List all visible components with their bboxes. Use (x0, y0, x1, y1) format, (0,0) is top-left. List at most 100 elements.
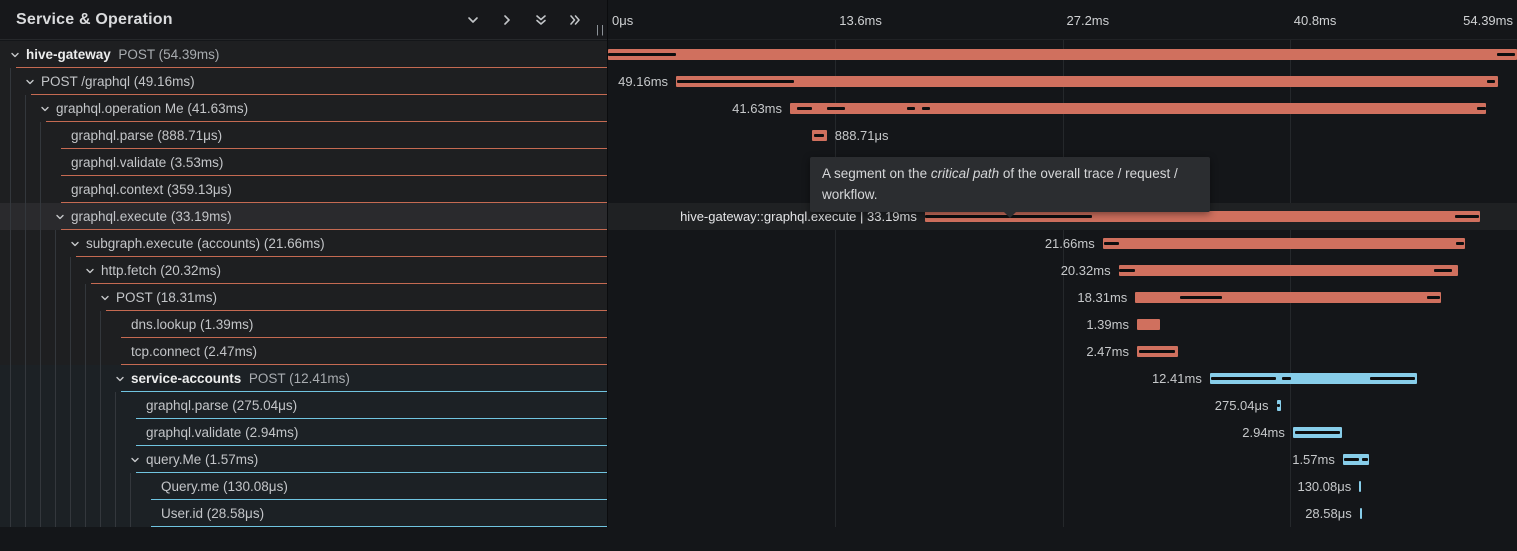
timeline-row: 2.47ms (608, 338, 1517, 365)
critical-path-segment (1295, 431, 1340, 434)
indent-guide (25, 149, 40, 176)
chevron-down-icon[interactable] (85, 266, 101, 276)
chevron-down-icon[interactable] (100, 293, 116, 303)
indent-guide (25, 365, 40, 392)
tree-row[interactable]: http.fetch (20.32ms) (0, 257, 607, 284)
timeline-row: 49.16ms (608, 68, 1517, 95)
indent-guide (130, 500, 145, 527)
critical-path-segment (1434, 269, 1452, 272)
indent-guide (10, 95, 25, 122)
tree-row[interactable]: graphql.validate (2.94ms) (0, 419, 607, 446)
span-name-label: Query.me (130.08μs) (161, 479, 288, 494)
span-bar[interactable] (790, 103, 1486, 114)
span-name-label: dns.lookup (1.39ms) (131, 317, 253, 332)
critical-path-segment (907, 107, 915, 110)
indent-guide (10, 284, 25, 311)
tree-row[interactable]: graphql.execute (33.19ms) (0, 203, 607, 230)
critical-path-segment (677, 80, 794, 83)
indent-guide (10, 446, 25, 473)
chevron-down-icon[interactable] (130, 455, 146, 465)
tree-row[interactable]: subgraph.execute (accounts) (21.66ms) (0, 230, 607, 257)
indent-guide (70, 257, 85, 284)
axis-tick-label: 0μs (612, 13, 633, 28)
span-bar[interactable] (1103, 238, 1465, 249)
tree-row[interactable]: hive-gateway POST (54.39ms) (0, 41, 607, 68)
span-name-label: POST (18.31ms) (116, 290, 217, 305)
service-name: service-accounts (131, 371, 241, 386)
span-duration-label: 1.39ms (1086, 311, 1129, 338)
indent-guide (55, 500, 70, 527)
tooltip-text-italic: critical path (931, 166, 999, 181)
indent-guide (100, 365, 115, 392)
indent-guide (55, 446, 70, 473)
expand-all-icon[interactable] (567, 12, 583, 28)
service-name: hive-gateway (26, 47, 111, 62)
indent-guide (40, 257, 55, 284)
critical-path-segment (1370, 377, 1415, 380)
critical-path-segment (797, 107, 812, 110)
span-bar[interactable] (608, 49, 1517, 60)
span-duration-label: 18.31ms (1077, 284, 1127, 311)
indent-guide (10, 149, 25, 176)
span-bar[interactable] (1360, 508, 1362, 519)
axis-tick-label: 27.2ms (1067, 13, 1110, 28)
tree-row[interactable]: POST (18.31ms) (0, 284, 607, 311)
indent-guide (40, 392, 55, 419)
indent-guide (10, 473, 25, 500)
indent-guide (100, 392, 115, 419)
tree-row[interactable]: graphql.parse (888.71μs) (0, 122, 607, 149)
indent-guide (100, 446, 115, 473)
tree-row[interactable]: graphql.operation Me (41.63ms) (0, 95, 607, 122)
tree-row[interactable]: graphql.parse (275.04μs) (0, 392, 607, 419)
timeline-row: 20.32ms (608, 257, 1517, 284)
span-name-label: subgraph.execute (accounts) (21.66ms) (86, 236, 325, 251)
indent-guide (40, 446, 55, 473)
critical-path-segment (1344, 458, 1359, 461)
indent-guide (40, 419, 55, 446)
critical-path-segment (1455, 215, 1478, 218)
service-operation-header: Service & Operation (0, 0, 607, 40)
expand-one-icon[interactable] (499, 12, 515, 28)
span-bar[interactable] (676, 76, 1498, 87)
tree-row[interactable]: graphql.context (359.13μs) (0, 176, 607, 203)
indent-guide (55, 311, 70, 338)
tree-row[interactable]: query.Me (1.57ms) (0, 446, 607, 473)
indent-guide (85, 473, 100, 500)
span-bar[interactable] (1119, 265, 1459, 276)
span-duration-label: 49.16ms (618, 68, 668, 95)
tree-row[interactable]: Query.me (130.08μs) (0, 473, 607, 500)
indent-guide (55, 365, 70, 392)
span-name-label: graphql.context (359.13μs) (71, 182, 232, 197)
chevron-down-icon[interactable] (55, 212, 71, 222)
span-name-label: User.id (28.58μs) (161, 506, 264, 521)
indent-guide (40, 365, 55, 392)
collapse-one-icon[interactable] (465, 12, 481, 28)
indent-guide (25, 230, 40, 257)
chevron-down-icon[interactable] (70, 239, 86, 249)
span-duration-label: 130.08μs (1297, 473, 1351, 500)
tree-row[interactable]: tcp.connect (2.47ms) (0, 338, 607, 365)
indent-guide (100, 311, 115, 338)
indent-guide (10, 311, 25, 338)
tree-row[interactable]: graphql.validate (3.53ms) (0, 149, 607, 176)
panel-divider[interactable] (607, 0, 608, 527)
span-name-label: http.fetch (20.32ms) (101, 263, 221, 278)
collapse-all-icon[interactable] (533, 12, 549, 28)
tree-row[interactable]: POST /graphql (49.16ms) (0, 68, 607, 95)
operation-name: POST (54.39ms) (118, 47, 219, 62)
chevron-down-icon[interactable] (40, 104, 56, 114)
chevron-down-icon[interactable] (25, 77, 41, 87)
chevron-down-icon[interactable] (115, 374, 131, 384)
span-bar[interactable] (1137, 319, 1160, 330)
indent-guide (40, 230, 55, 257)
chevron-down-icon[interactable] (10, 50, 26, 60)
tree-row[interactable]: dns.lookup (1.39ms) (0, 311, 607, 338)
tree-row[interactable]: User.id (28.58μs) (0, 500, 607, 527)
span-bar[interactable] (1359, 481, 1361, 492)
indent-guide (70, 419, 85, 446)
tree-row[interactable]: service-accounts POST (12.41ms) (0, 365, 607, 392)
indent-guide (70, 311, 85, 338)
indent-guide (100, 500, 115, 527)
indent-guide (25, 446, 40, 473)
operation-name: POST (12.41ms) (249, 371, 350, 386)
